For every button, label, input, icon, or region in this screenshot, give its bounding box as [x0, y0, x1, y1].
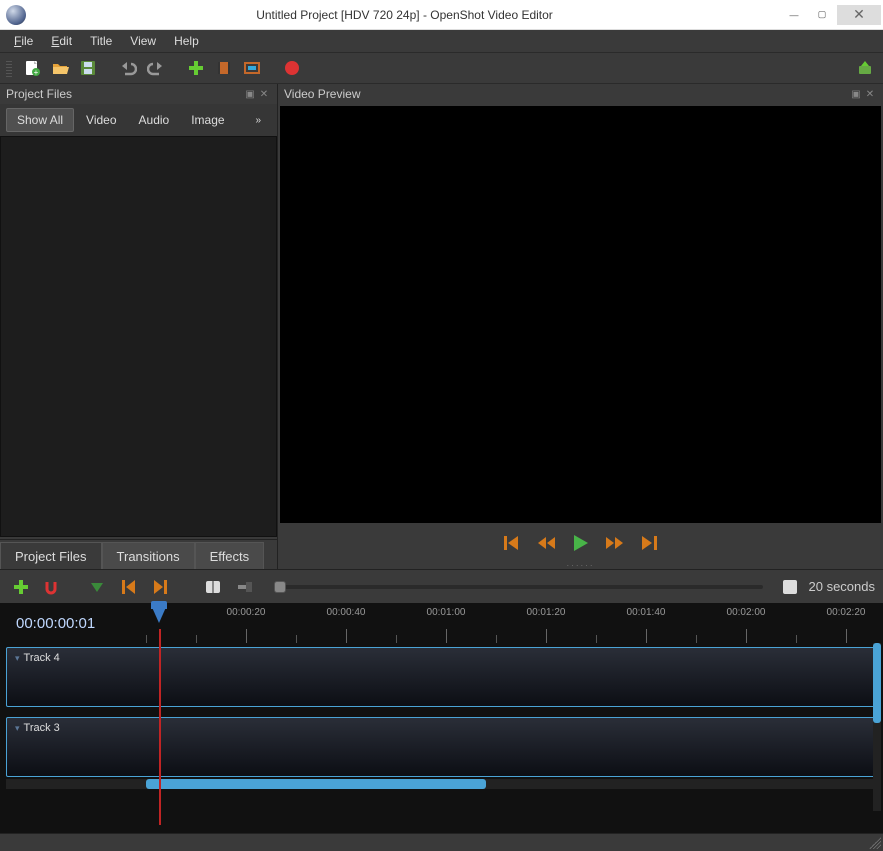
preview-panel: Video Preview ▣ ✕: [278, 84, 883, 569]
panel-close-icon[interactable]: ✕: [863, 87, 877, 101]
tab-project-files[interactable]: Project Files: [0, 542, 102, 569]
fast-forward-button[interactable]: [606, 537, 624, 549]
menubar: File Edit Title View Help: [0, 30, 883, 52]
save-project-button[interactable]: [76, 56, 100, 80]
filter-show-all[interactable]: Show All: [6, 108, 74, 132]
current-time: 00:00:00:01: [6, 607, 146, 643]
center-playhead-button[interactable]: [200, 575, 226, 599]
titlebar: Untitled Project [HDV 720 24p] - OpenSho…: [0, 0, 883, 30]
menu-view[interactable]: View: [122, 32, 164, 50]
status-bar: [0, 833, 883, 851]
track-label: Track 3: [24, 722, 60, 734]
export-button[interactable]: [280, 56, 304, 80]
video-preview[interactable]: [280, 106, 881, 523]
zoom-out-icon[interactable]: [232, 575, 258, 599]
timeline-toolbar: 20 seconds: [0, 569, 883, 603]
chevron-down-icon[interactable]: ▾: [15, 723, 20, 733]
preview-title: Video Preview: [284, 87, 361, 101]
prev-marker-button[interactable]: [116, 575, 142, 599]
left-tab-bar: Project Files Transitions Effects: [0, 539, 277, 569]
maximize-button[interactable]: ▢: [809, 5, 835, 25]
workspace: Project Files ▣ ✕ Show All Video Audio I…: [0, 84, 883, 569]
filter-audio[interactable]: Audio: [129, 109, 180, 131]
undo-button[interactable]: [116, 56, 140, 80]
tab-effects[interactable]: Effects: [195, 542, 265, 569]
timeline: 00:00:00:01 00:00:20 00:00:40 00:01:00 0…: [0, 603, 883, 833]
snap-button[interactable]: [40, 575, 66, 599]
minimize-button[interactable]: —: [781, 5, 807, 25]
timeline-ruler[interactable]: 00:00:00:01 00:00:20 00:00:40 00:01:00 0…: [6, 607, 877, 643]
filter-bar: Show All Video Audio Image »: [0, 104, 277, 136]
panel-float-icon[interactable]: ▣: [243, 87, 257, 101]
zoom-slider[interactable]: [274, 585, 763, 589]
update-button[interactable]: [853, 56, 877, 80]
filter-more[interactable]: »: [245, 111, 271, 130]
timeline-hscrollbar[interactable]: [6, 779, 877, 789]
main-toolbar: +: [0, 52, 883, 84]
track-4[interactable]: ▾ Track 4: [6, 647, 877, 707]
new-project-button[interactable]: +: [20, 56, 44, 80]
next-marker-button[interactable]: [148, 575, 174, 599]
panel-float-icon[interactable]: ▣: [849, 87, 863, 101]
app-logo-icon: [6, 5, 26, 25]
fullscreen-button[interactable]: [240, 56, 264, 80]
project-files-title: Project Files: [6, 87, 72, 101]
app-body: File Edit Title View Help +: [0, 30, 883, 851]
toolbar-grip-icon[interactable]: [6, 59, 12, 77]
add-track-button[interactable]: [8, 575, 34, 599]
panel-close-icon[interactable]: ✕: [257, 87, 271, 101]
menu-edit[interactable]: Edit: [43, 32, 80, 50]
profile-button[interactable]: [212, 56, 236, 80]
play-button[interactable]: [574, 535, 588, 551]
timeline-ticks[interactable]: 00:00:20 00:00:40 00:01:00 00:01:20 00:0…: [146, 607, 877, 643]
window-title: Untitled Project [HDV 720 24p] - OpenSho…: [30, 8, 779, 22]
close-button[interactable]: ✕: [837, 5, 881, 25]
filter-image[interactable]: Image: [181, 109, 234, 131]
jump-end-button[interactable]: [642, 536, 658, 550]
chevron-down-icon[interactable]: ▾: [15, 653, 20, 663]
svg-text:+: +: [34, 68, 39, 77]
redo-button[interactable]: [144, 56, 168, 80]
project-file-list[interactable]: [0, 136, 277, 537]
menu-help[interactable]: Help: [166, 32, 207, 50]
open-project-button[interactable]: [48, 56, 72, 80]
track-3[interactable]: ▾ Track 3: [6, 717, 877, 777]
preview-header: Video Preview ▣ ✕: [278, 84, 883, 104]
project-files-panel: Project Files ▣ ✕ Show All Video Audio I…: [0, 84, 278, 569]
track-label: Track 4: [24, 652, 60, 664]
jump-start-button[interactable]: [504, 536, 520, 550]
rewind-button[interactable]: [538, 537, 556, 549]
project-files-header: Project Files ▣ ✕: [0, 84, 277, 104]
tracks: ▾ Track 4 ▾ Track 3: [6, 647, 877, 777]
import-files-button[interactable]: [184, 56, 208, 80]
zoom-in-icon[interactable]: [783, 580, 797, 594]
playback-controls: [278, 525, 883, 561]
zoom-label: 20 seconds: [809, 579, 876, 594]
playhead[interactable]: [156, 605, 157, 835]
menu-file[interactable]: File: [6, 32, 41, 50]
splitter-handle[interactable]: ······: [278, 561, 883, 569]
menu-title[interactable]: Title: [82, 32, 120, 50]
resize-grip-icon[interactable]: [869, 837, 881, 849]
add-marker-button[interactable]: [84, 575, 110, 599]
filter-video[interactable]: Video: [76, 109, 126, 131]
tab-transitions[interactable]: Transitions: [102, 542, 195, 569]
